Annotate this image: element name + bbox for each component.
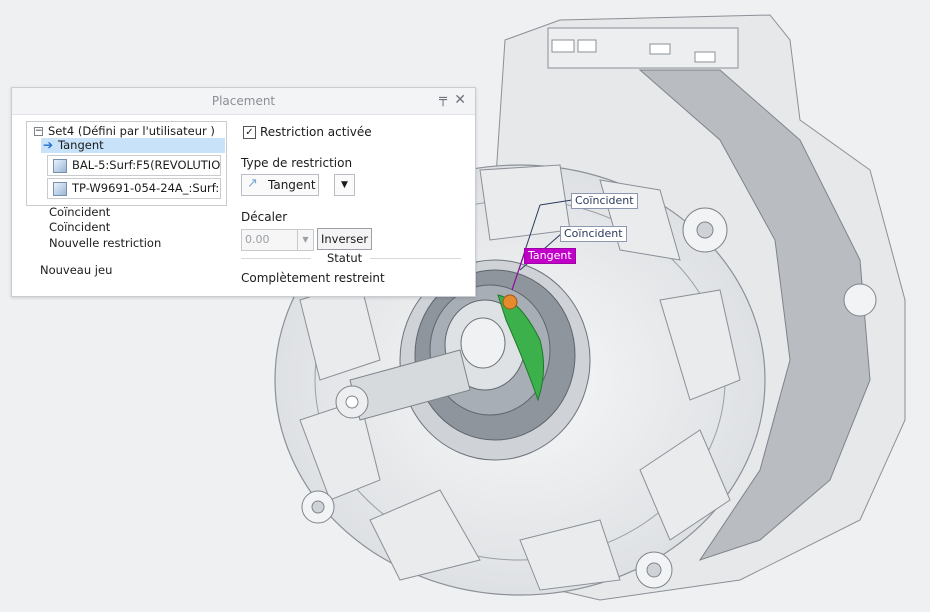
constraint-type-select[interactable]: ↗ Tangent [241,174,319,196]
status-value: Complètement restreint [241,271,385,285]
offset-value: 0.00 [245,233,270,246]
status-label: Statut [327,251,363,265]
placement-panel: Placement ╤ ✕ − Set4 (Défini par l'utili… [11,87,476,297]
reference-text-1: BAL-5:Surf:F5(REVOLUTION [72,158,221,172]
tangent-tag[interactable]: Tangent [524,248,576,264]
selected-constraint-row[interactable]: ➔ Tangent [41,138,225,153]
tangent-icon: ↗ [247,176,258,191]
chevron-down-icon[interactable]: ▼ [334,174,355,196]
collapse-icon[interactable]: − [34,127,43,136]
coincident-tag-1[interactable]: Coïncident [571,193,638,209]
panel-title: Placement [211,94,276,108]
divider [370,258,461,259]
chevron-down-icon[interactable]: ▼ [297,229,314,251]
constraint-tree[interactable]: − Set4 (Défini par l'utilisateur ) ➔ Tan… [26,121,227,206]
constraint-item-coincident-1[interactable]: Coïncident [49,205,110,219]
reference-text-2: TP-W9691-054-24A_:Surf:F [72,181,221,195]
selected-constraint-label: Tangent [58,138,104,152]
panel-header: Placement ╤ ✕ [12,88,475,115]
pin-icon[interactable]: ╤ [439,92,447,107]
constraint-item-coincident-2[interactable]: Coïncident [49,220,110,234]
set-label[interactable]: Set4 (Défini par l'utilisateur ) [48,124,215,138]
constraint-type-value: Tangent [268,178,316,192]
coincident-tag-2[interactable]: Coïncident [560,226,627,242]
constraint-type-label: Type de restriction [241,156,353,170]
arrow-right-icon: ➔ [43,138,54,152]
reference-field-2[interactable]: TP-W9691-054-24A_:Surf:F [47,178,221,199]
new-set-item[interactable]: Nouveau jeu [40,263,112,277]
divider [241,258,311,259]
constraint-enabled-checkbox[interactable]: ✓ [243,126,256,139]
offset-input[interactable]: 0.00 [241,229,299,251]
new-constraint-item[interactable]: Nouvelle restriction [49,236,161,250]
offset-label: Décaler [241,210,288,224]
surface-icon [53,159,67,173]
constraint-enabled-label: Restriction activée [260,125,372,139]
reference-field-1[interactable]: BAL-5:Surf:F5(REVOLUTION [47,155,221,176]
surface-icon [53,182,67,196]
close-icon[interactable]: ✕ [454,92,466,108]
invert-button[interactable]: Inverser [317,228,373,250]
